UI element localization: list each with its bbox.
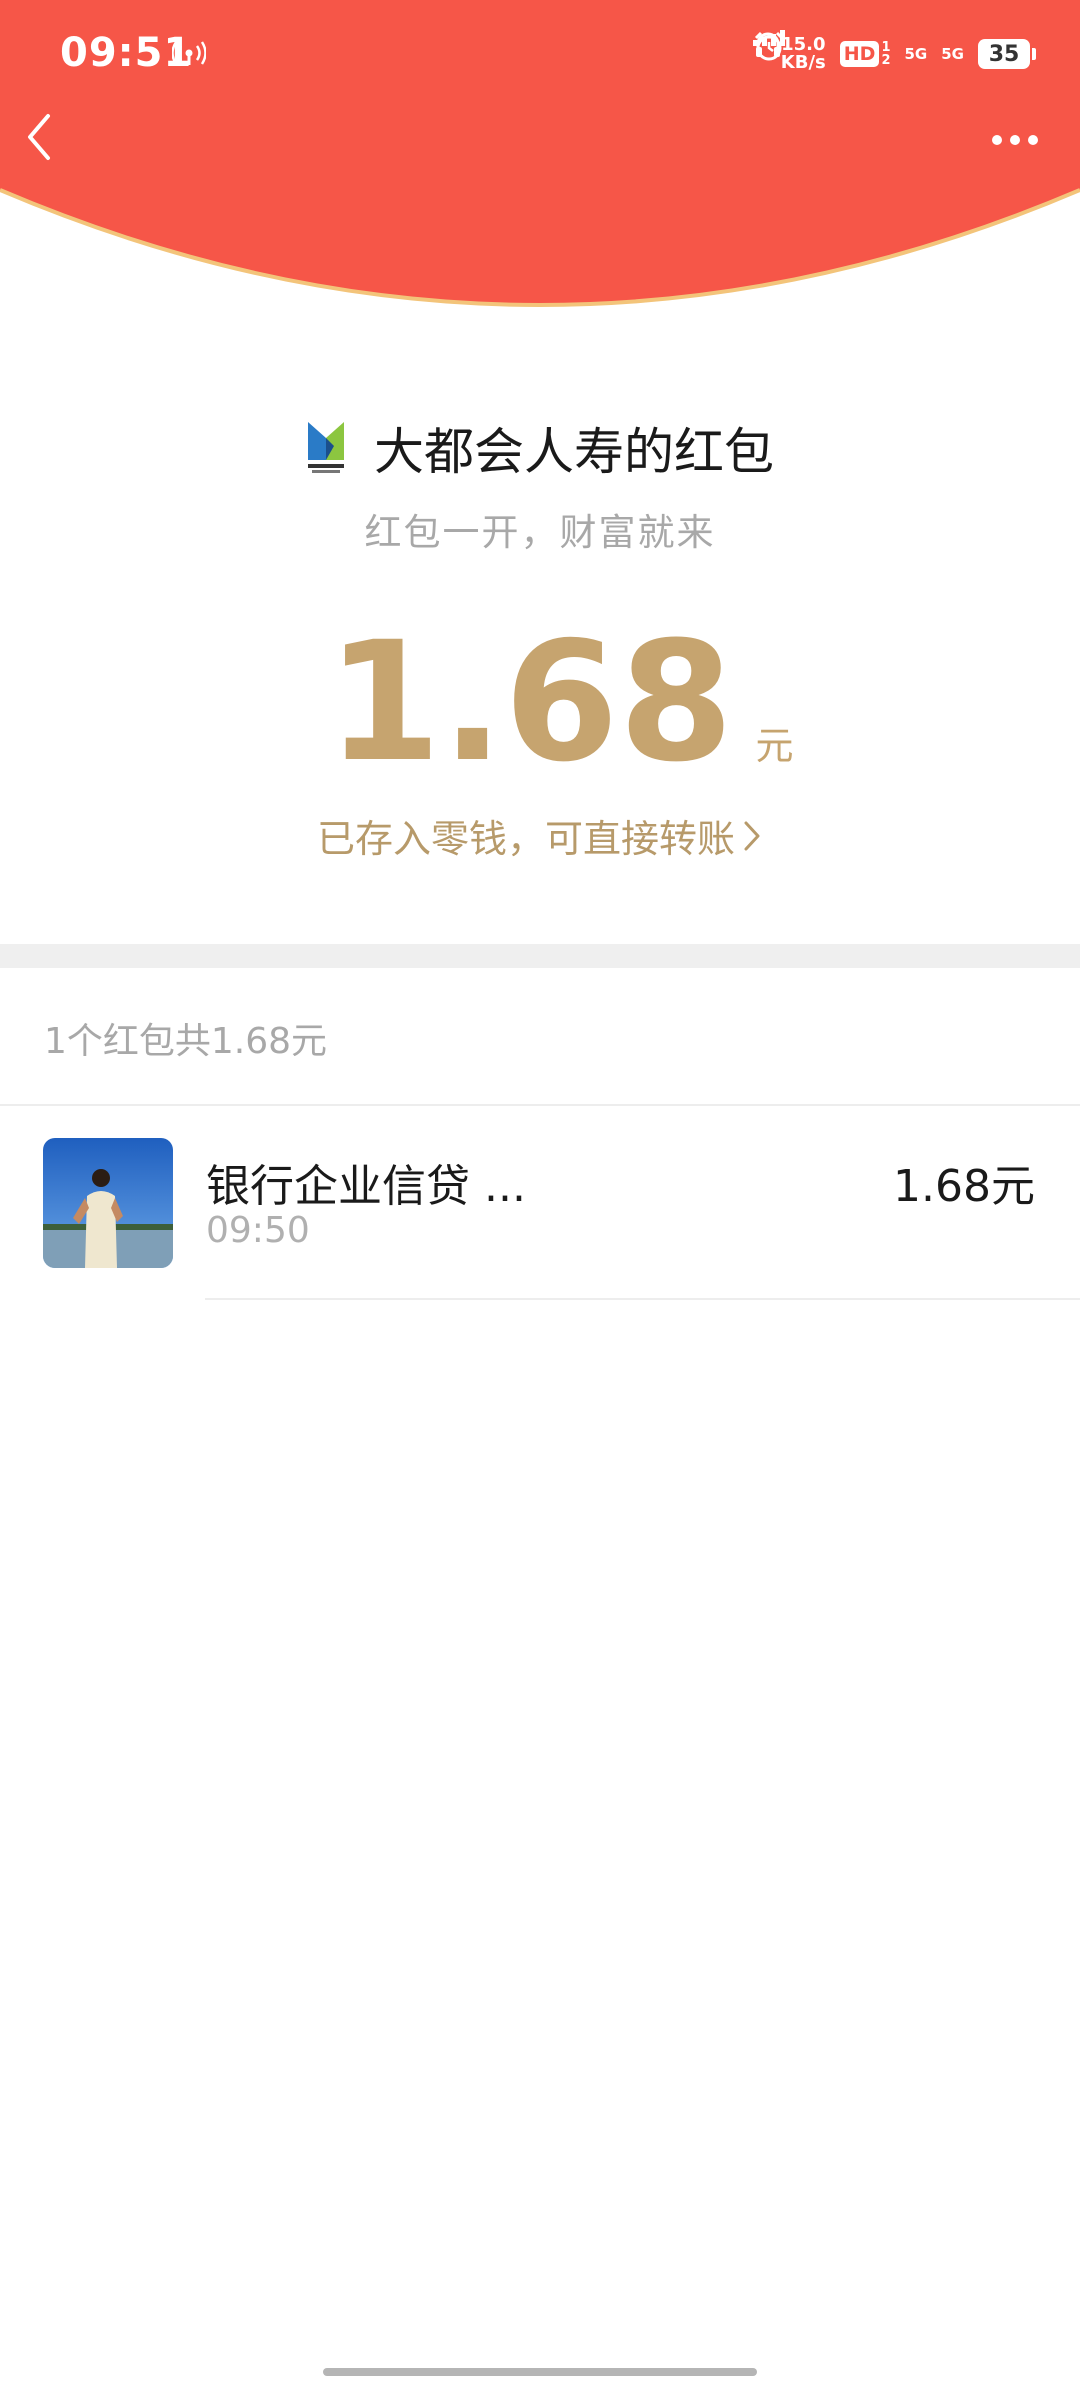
chevron-right-icon	[744, 821, 760, 850]
network-speed-unit: KB/s	[780, 52, 826, 73]
avatar[interactable]	[43, 1138, 173, 1268]
sender-row: 大都会人寿的红包	[0, 412, 1080, 484]
receiver-amount: 1.68元	[893, 1161, 1035, 1212]
more-horizontal-icon	[992, 135, 1002, 145]
receiver-name: 银行企业信贷 ...	[206, 1161, 526, 1212]
status-icons: 15.0 KB/s HD 12 5G 5G 35	[752, 30, 1036, 78]
network-speed: 15.0 KB/s	[781, 36, 826, 72]
divider	[205, 1298, 1080, 1300]
amount-unit: 元	[755, 724, 794, 768]
sender-name: 大都会人寿的红包	[374, 423, 774, 481]
battery-level: 35	[988, 41, 1020, 67]
deposit-link[interactable]: 已存入零钱，可直接转账	[0, 808, 1080, 863]
status-bar: 09:51 15.0 KB/s HD 1 2 5G 5G 35	[0, 0, 1080, 108]
sim-numbers: 12	[881, 40, 891, 68]
sim1-label: 5G	[904, 44, 928, 63]
hd-label: HD	[839, 41, 880, 67]
blessing-text: 红包一开，财富就来	[364, 511, 716, 554]
divider	[0, 1104, 1080, 1106]
sim2-label: 5G	[941, 44, 964, 63]
metlife-logo	[308, 422, 344, 473]
receiver-time: 09:50	[206, 1210, 310, 1251]
amount: 1.68 元	[0, 620, 1080, 785]
chevron-left-icon	[28, 114, 50, 160]
signal-5g-sim1-icon: 5G	[752, 30, 928, 63]
more-button[interactable]	[980, 115, 1050, 165]
signal-5g-sim2-icon: 5G	[752, 30, 964, 63]
packet-summary: 1个红包共1.68元	[44, 1021, 328, 1062]
header: 09:51 15.0 KB/s HD 1 2 5G 5G 35	[0, 0, 1080, 330]
back-button[interactable]	[24, 112, 76, 164]
home-indicator[interactable]	[323, 2368, 757, 2376]
section-separator	[0, 944, 1080, 968]
receiver-row[interactable]: 银行企业信贷 ... 09:50 1.68元	[0, 1138, 1080, 1300]
battery-icon: 35	[978, 39, 1036, 69]
hd-icon: HD 12	[839, 40, 891, 68]
amount-value: 1.68	[326, 606, 734, 798]
deposit-link-label: 已存入零钱，可直接转账	[316, 817, 735, 861]
